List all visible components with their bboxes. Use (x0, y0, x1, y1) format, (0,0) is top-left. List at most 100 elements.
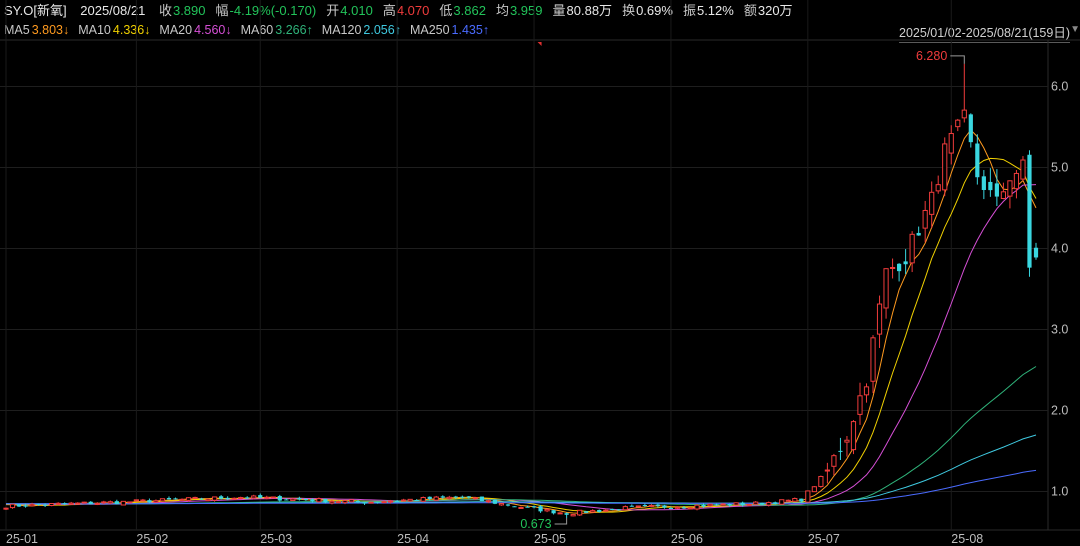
candle-body-up (49, 503, 55, 507)
candle-body-down (564, 513, 569, 515)
candle-body-down (655, 504, 660, 506)
candle-body-up (883, 268, 889, 309)
candle-body-down (362, 502, 367, 504)
candle-body-up (290, 498, 296, 502)
candle-body-up (140, 499, 146, 502)
y-tick-label: 3.0 (1051, 323, 1068, 337)
candle-body-up (733, 502, 739, 506)
candle-body-down (323, 498, 328, 503)
candle-body-down (284, 499, 289, 501)
candle-body-down (916, 232, 921, 236)
candle-body-up (785, 499, 791, 502)
candle-body-up (9, 503, 16, 509)
candle-body-down (994, 183, 999, 197)
x-tick-label: 25-07 (808, 532, 840, 546)
candle-body-down (310, 499, 315, 502)
candle-body-up (863, 386, 870, 396)
y-axis: 1.0 2.0 3.0 4.0 5.0 6.0 (1051, 80, 1068, 499)
candle-body-up (603, 509, 609, 512)
candle-body-down (23, 505, 28, 507)
candle-body-up (153, 500, 159, 503)
candle-body-down (303, 498, 308, 501)
candle-body-up (889, 266, 896, 269)
marker-icon (537, 42, 542, 46)
candle-body-up (850, 421, 857, 451)
candle-body-up (766, 502, 772, 506)
candle-body-up (792, 498, 798, 502)
candle-body-down (531, 506, 537, 508)
candlestick-chart[interactable]: 6.280 0.673 1.0 2.0 3.0 4.0 5.0 6.0 25-01 25-02… (0, 0, 1080, 546)
candle-body-down (173, 498, 178, 500)
max-price-label: 6.280 (916, 49, 947, 63)
candle-body-up (674, 506, 681, 509)
candle-body-up (335, 501, 342, 504)
candle-body-down (701, 504, 706, 507)
candle-body-up (120, 500, 126, 506)
candle-body-down (988, 181, 993, 191)
candle-body-down (584, 511, 589, 513)
candle-body-down (62, 503, 67, 505)
candle-body-up (29, 503, 35, 507)
candle-body-up (127, 501, 133, 504)
candle-body-down (88, 501, 93, 505)
candle-body-up (922, 209, 928, 229)
candle-body-down (427, 496, 432, 500)
candle-body-up (316, 498, 322, 503)
candle-body-up (68, 502, 74, 505)
max-leader-line (950, 55, 965, 64)
ma-line (6, 366, 1037, 506)
candle-body-up (159, 498, 166, 502)
candle-body-up (75, 502, 81, 505)
candle-body-down (981, 176, 986, 190)
candle-body-up (485, 500, 492, 503)
candle-body-down (629, 505, 634, 507)
candle-body-down (525, 506, 530, 508)
candle-body-up (212, 496, 218, 501)
min-leader-line (554, 518, 568, 525)
candle-body-down (219, 496, 224, 499)
candle-body-up (694, 504, 700, 510)
candle-body-up (590, 510, 596, 513)
candle-body-up (779, 499, 785, 505)
candle-body-up (942, 143, 948, 191)
candle-body-up (831, 455, 837, 467)
candle-body-up (818, 475, 824, 487)
candle-body-up (720, 503, 726, 506)
x-axis: 25-01 25-02 25-03 25-04 25-05 25-06 25-07 25-08 (6, 532, 983, 546)
candle-body-down (616, 509, 621, 511)
candle-body-up (811, 486, 817, 493)
candle-body-up (420, 497, 426, 502)
candle-body-down (147, 500, 152, 503)
candle-body-down (414, 500, 419, 502)
candle-body-up (948, 133, 954, 154)
candle-body-down (453, 496, 458, 498)
candle-body-up (557, 512, 563, 515)
candle-body-down (551, 510, 556, 514)
candle-body-down (375, 501, 380, 503)
candle-body-up (544, 508, 550, 512)
candle-body-up (238, 497, 244, 500)
x-tick-label: 25-05 (534, 532, 566, 546)
candle-body-up (407, 498, 413, 502)
candle-body-up (94, 502, 100, 505)
candle-body-up (368, 501, 374, 504)
candle-body-up (231, 497, 237, 500)
candle-body-down (460, 496, 465, 498)
candle-body-up (133, 499, 139, 502)
candle-body-up (570, 514, 576, 517)
y-tick-label: 4.0 (1051, 242, 1068, 256)
candle-body-up (929, 191, 935, 215)
x-tick-label: 25-01 (6, 532, 38, 546)
x-tick-label: 25-08 (951, 532, 983, 546)
candle-body-up (433, 496, 439, 501)
candle-body-up (805, 490, 811, 503)
min-price-label: 0.673 (520, 517, 551, 531)
candle-body-up (179, 498, 185, 501)
candle-body-up (348, 499, 355, 503)
candle-body-up (753, 501, 759, 505)
ma-line (6, 434, 1037, 505)
candle-body-up (1020, 159, 1026, 180)
candle-body-down (245, 497, 250, 499)
y-tick-label: 2.0 (1051, 404, 1068, 418)
candle-body-up (648, 504, 654, 507)
